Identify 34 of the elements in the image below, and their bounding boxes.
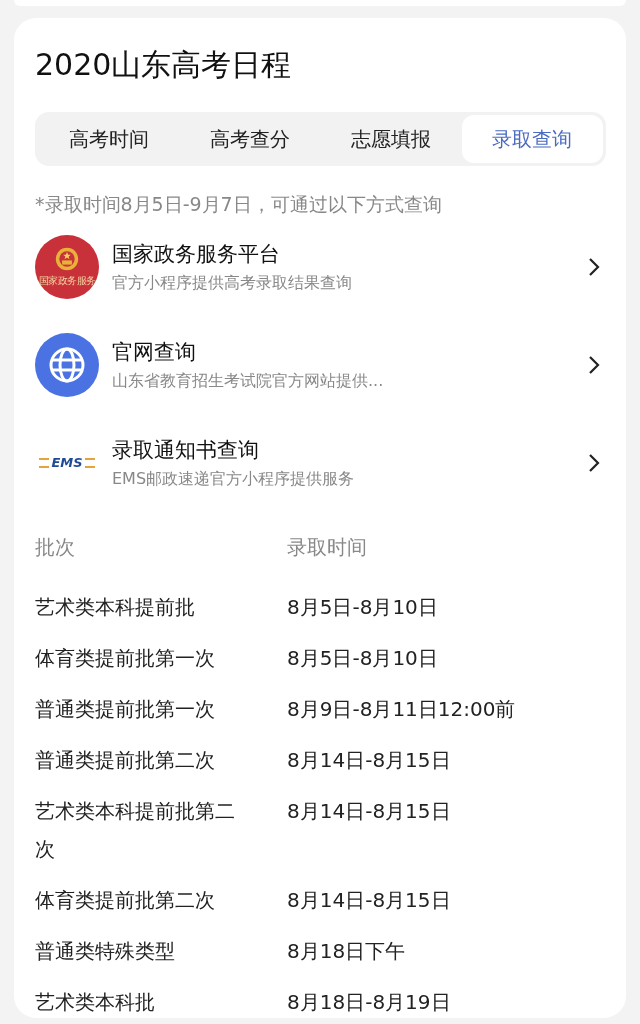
note-text: *录取时间8月5日-9月7日，可通过以下方式查询 [35,192,443,217]
tab[interactable]: 志愿填报 [320,115,462,163]
service-subtitle: EMS邮政速递官方小程序提供服务 [112,467,356,490]
tab[interactable]: 高考查分 [179,115,321,163]
table-cell-text: 艺术类本科提前批 [35,594,196,621]
column-header: 批次 [35,534,76,561]
table-cell-text: 8月9日-8月11日12:00前 [287,696,517,723]
tab[interactable]: 高考时间 [38,115,180,163]
chevron-icon [588,354,600,375]
chevron-icon [588,452,600,473]
table-cell-text: 体育类提前批第二次 [35,887,216,914]
table-cell-text: 艺术类本科批 [35,989,156,1016]
table-cell-text: 普通类提前批第二次 [35,747,216,774]
service-subtitle: 山东省教育招生考试院官方网站提供... [112,369,385,392]
service-title: 官网查询 [112,338,197,366]
table-cell-text: 8月14日-8月15日 [287,747,452,774]
table-cell-text: 8月14日-8月15日 [287,798,452,825]
service-title: 国家政务服务平台 [112,240,281,268]
table-cell-text: 8月5日-8月10日 [287,594,439,621]
column-header: 录取时间 [287,534,368,561]
table-cell-text: 8月18日-8月19日 [287,989,452,1016]
chevron-icon [588,256,600,277]
emblem-logo-icon: 国家政务服务 [35,234,99,299]
table-cell-text: 8月14日-8月15日 [287,887,452,914]
table-cell-text: 体育类提前批第一次 [35,645,216,672]
card-title: 2020山东高考日程 [35,46,293,84]
table-cell-text: 8月5日-8月10日 [287,645,439,672]
table-cell-text: 普通类提前批第一次 [35,696,216,723]
table-cell-text: 艺术类本科提前批第二次 [35,798,236,863]
service-title: 录取通知书查询 [112,436,260,464]
table-cell-text: 8月18日下午 [287,938,407,965]
service-subtitle: 官方小程序提供高考录取结果查询 [112,271,353,294]
tab[interactable]: 录取查询 [461,115,603,163]
table-cell-text: 普通类特殊类型 [35,938,176,965]
